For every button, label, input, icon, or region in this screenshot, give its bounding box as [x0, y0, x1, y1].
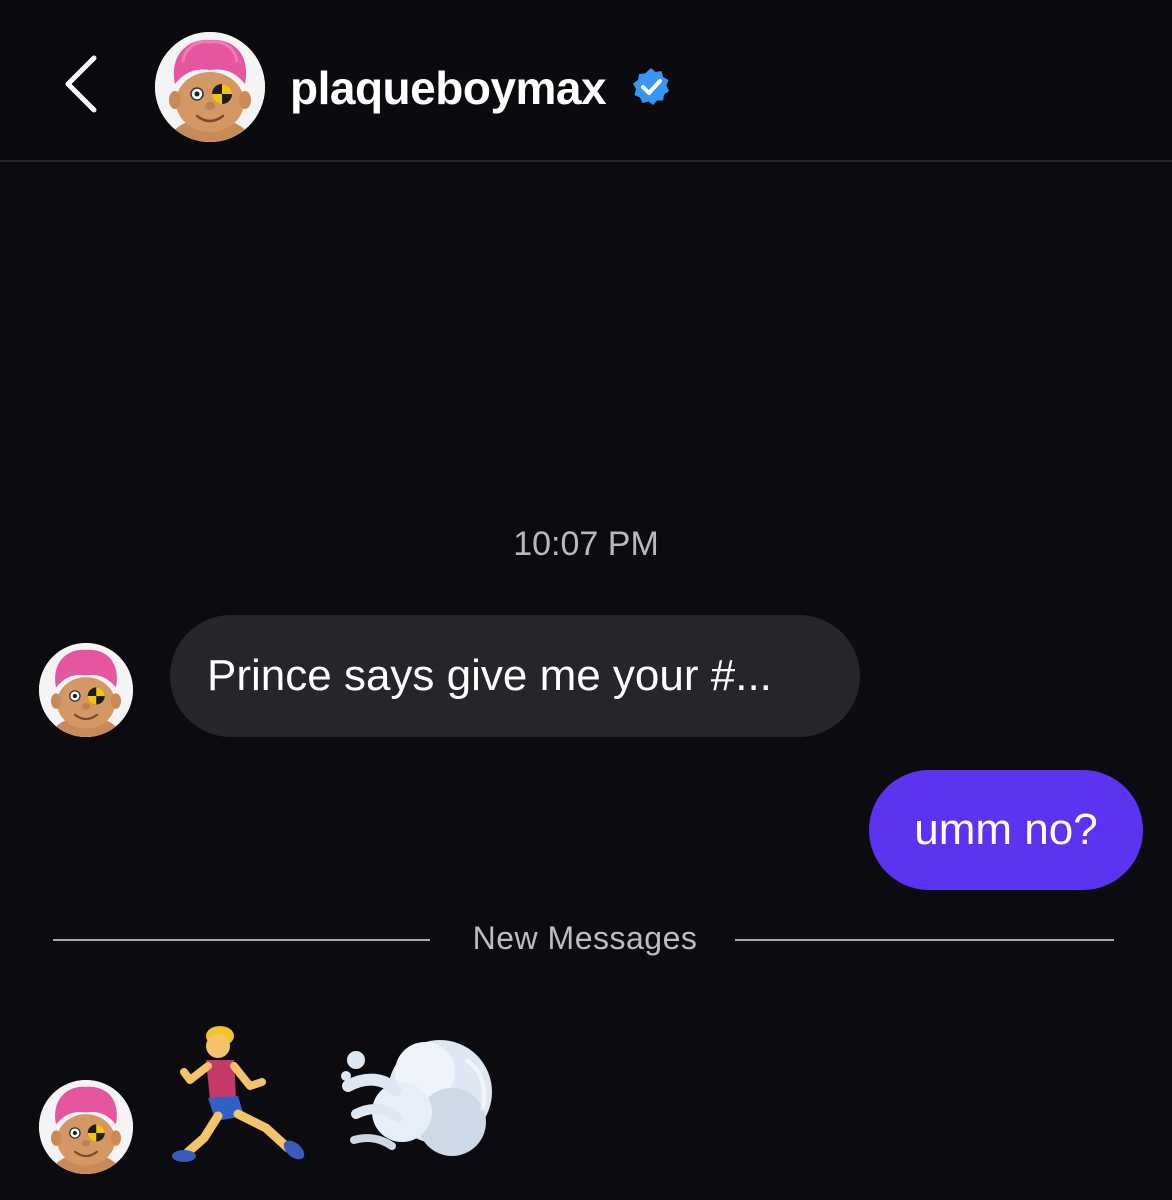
outgoing-message-bubble[interactable]: umm no?: [869, 770, 1143, 890]
chevron-left-icon: [65, 55, 97, 113]
dm-screen: plaqueboymax 10:07 PM Prince says give m…: [0, 0, 1172, 1200]
emoji-message[interactable]: [170, 1020, 510, 1180]
avatar[interactable]: [39, 1080, 133, 1174]
avatar[interactable]: [39, 643, 133, 737]
new-messages-divider: New Messages: [472, 920, 698, 956]
dashing-away-icon: [341, 1040, 492, 1156]
troll-doll-avatar-icon: [155, 32, 265, 142]
divider-line-left: [53, 939, 430, 941]
message-timestamp: 10:07 PM: [513, 525, 659, 563]
divider-line-right: [735, 939, 1114, 941]
back-button[interactable]: [52, 52, 112, 116]
chat-header: plaqueboymax: [0, 0, 1172, 162]
troll-doll-avatar-icon: [39, 1080, 133, 1174]
verified-badge: [630, 66, 672, 108]
avatar[interactable]: [155, 32, 265, 142]
troll-doll-avatar-icon: [39, 643, 133, 737]
verified-badge-icon: [633, 68, 669, 105]
person-running-icon: [172, 1026, 305, 1162]
chat-username[interactable]: plaqueboymax: [290, 60, 607, 116]
incoming-message-bubble[interactable]: Prince says give me your #...: [170, 615, 860, 737]
